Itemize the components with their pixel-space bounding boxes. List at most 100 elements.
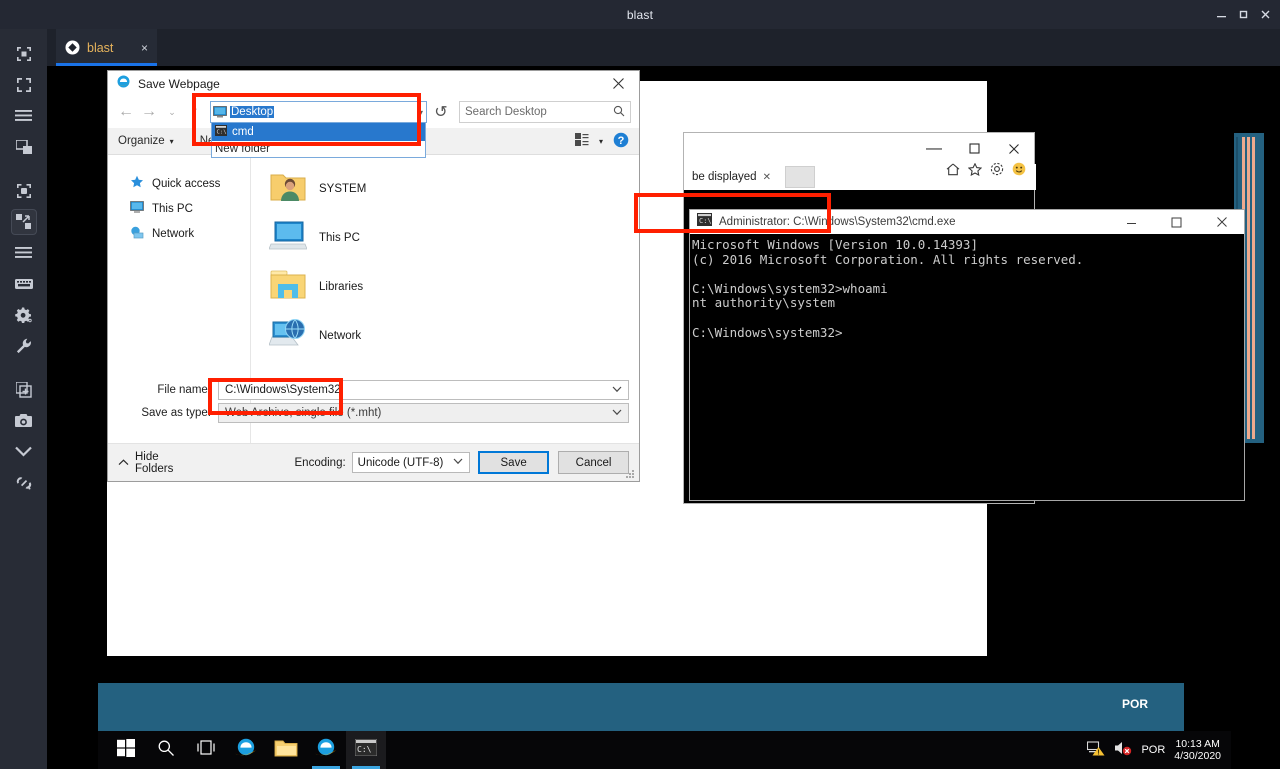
sidebar-item-list[interactable]: [0, 237, 47, 268]
ie-running-button[interactable]: [306, 731, 346, 769]
maximize-button[interactable]: [1232, 0, 1254, 29]
up-button[interactable]: ↑: [185, 101, 205, 123]
save-dialog-close-button[interactable]: [597, 71, 639, 96]
settings-gear-icon[interactable]: [990, 162, 1004, 181]
language-indicator[interactable]: POR: [1141, 744, 1165, 756]
smiley-icon[interactable]: [1012, 162, 1026, 181]
cmd-running-button[interactable]: C:\: [346, 731, 386, 769]
list-item-label: SYSTEM: [319, 182, 367, 195]
hide-folders-button[interactable]: Hide Folders: [118, 451, 192, 475]
autocomplete-item-cmd[interactable]: C:\ cmd: [212, 123, 425, 141]
command-prompt-window[interactable]: C:\ Administrator: C:\Windows\System32\c…: [689, 209, 1245, 501]
tab-blast[interactable]: blast ×: [56, 29, 157, 66]
sidebar-item-scale[interactable]: [0, 175, 47, 206]
save-dialog-footer: Hide Folders Encoding: Unicode (UTF-8) S…: [108, 443, 639, 481]
tree-item-network[interactable]: Network: [108, 221, 250, 246]
chevron-down-icon[interactable]: [453, 457, 463, 467]
favorites-star-icon[interactable]: [967, 162, 983, 181]
sidebar-item-disconnect[interactable]: [0, 467, 47, 498]
cmd-maximize-button[interactable]: [1154, 210, 1199, 234]
tree-item-label: Quick access: [152, 177, 221, 190]
sidebar-item-screenshot[interactable]: [0, 405, 47, 436]
ie-close-button[interactable]: [994, 133, 1034, 164]
close-button[interactable]: [1254, 0, 1276, 29]
start-button[interactable]: [106, 731, 146, 769]
view-dropdown-caret[interactable]: ▾: [599, 137, 603, 146]
change-view-icon[interactable]: [574, 133, 589, 149]
chevron-down-icon[interactable]: ▾: [419, 108, 423, 117]
organize-button[interactable]: Organize: [118, 135, 165, 147]
folder-icon: [274, 738, 298, 763]
list-item[interactable]: Libraries: [251, 262, 639, 311]
save-dialog-fields: File name: C:\Windows\System32 Save as t…: [108, 379, 639, 439]
file-explorer-button[interactable]: [266, 731, 306, 769]
remote-desktop[interactable]: — be displayed ✕ C:\ Administrator: C:\W…: [47, 66, 1280, 769]
ie-pinned-button[interactable]: [226, 731, 266, 769]
task-view-button[interactable]: [186, 731, 226, 769]
back-button[interactable]: ←: [116, 101, 136, 123]
list-item[interactable]: SYSTEM: [251, 164, 639, 213]
sidebar-item-menu[interactable]: [0, 100, 47, 131]
file-name-input[interactable]: C:\Windows\System32: [218, 379, 629, 400]
cmd-icon: C:\: [215, 125, 227, 139]
cmd-titlebar: C:\ Administrator: C:\Windows\System32\c…: [690, 210, 1244, 234]
file-name-label: File name:: [157, 383, 211, 396]
sidebar-item-settings[interactable]: [0, 299, 47, 330]
resize-grip[interactable]: [624, 467, 636, 479]
volume-muted-icon[interactable]: [1114, 740, 1132, 761]
search-input[interactable]: Search Desktop: [459, 101, 631, 123]
tree-item-this-pc[interactable]: This PC: [108, 196, 250, 221]
ie-tab-close-icon[interactable]: ✕: [763, 172, 771, 183]
minimize-button[interactable]: [1210, 0, 1232, 29]
sidebar-item-expand[interactable]: [0, 206, 47, 237]
save-webpage-dialog[interactable]: Save Webpage ← → ⌄ ↑ Desktop ▾ C:\ cmd N…: [107, 70, 640, 482]
sidebar-item-tools[interactable]: [0, 330, 47, 361]
search-icon: [613, 105, 625, 120]
help-icon[interactable]: ?: [613, 132, 629, 151]
cmd-close-button[interactable]: [1199, 210, 1244, 234]
sidebar-item-keyboard[interactable]: [0, 268, 47, 299]
sidebar-item-collapse[interactable]: [0, 436, 47, 467]
tree-item-quick-access[interactable]: Quick access: [108, 171, 250, 196]
sidebar-item-new-window[interactable]: [0, 374, 47, 405]
ie-tab[interactable]: be displayed ✕: [684, 165, 779, 189]
list-item[interactable]: This PC: [251, 213, 639, 262]
save-as-type-select[interactable]: Web Archive, single file (*.mht): [218, 402, 629, 423]
internet-explorer-icon: [116, 74, 131, 94]
network-warning-icon[interactable]: !: [1087, 740, 1105, 761]
tab-label: blast: [87, 40, 114, 55]
cmd-line-4: nt authority\system: [692, 295, 835, 311]
sidebar-item-fullscreen[interactable]: [0, 69, 47, 100]
ie-minimize-button[interactable]: —: [914, 133, 954, 164]
blast-logo-icon: [65, 40, 80, 55]
internet-explorer-icon: [314, 736, 338, 765]
keyboard-icon: [11, 271, 37, 297]
search-button[interactable]: [146, 731, 186, 769]
cmd-output[interactable]: Microsoft Windows [Version 10.0.14393] (…: [690, 234, 1244, 500]
clock[interactable]: 10:13 AM 4/30/2020: [1174, 738, 1221, 762]
libraries-icon: [269, 268, 307, 305]
save-button[interactable]: Save: [478, 451, 550, 474]
forward-button[interactable]: →: [139, 101, 159, 123]
ie-new-tab-button[interactable]: [784, 166, 815, 188]
computer-icon: [213, 105, 227, 119]
chevron-down-icon[interactable]: [612, 408, 622, 418]
encoding-value: Unicode (UTF-8): [357, 456, 444, 469]
encoding-select[interactable]: Unicode (UTF-8): [351, 452, 471, 473]
cmd-minimize-button[interactable]: [1109, 210, 1154, 234]
tab-close-button[interactable]: ×: [141, 42, 148, 54]
cmd-line-6: C:\Windows\system32>: [692, 324, 843, 340]
refresh-button[interactable]: ↺: [430, 101, 452, 123]
chevron-down-icon[interactable]: [612, 385, 622, 395]
autocomplete-item-new-folder[interactable]: New folder: [212, 141, 425, 157]
sidebar-item-multi-window[interactable]: [0, 131, 47, 162]
network-icon: [130, 226, 144, 242]
recent-locations-button[interactable]: ⌄: [162, 101, 182, 123]
address-autocomplete-dropdown[interactable]: C:\ cmd New folder: [211, 123, 426, 158]
cancel-button[interactable]: Cancel: [558, 451, 629, 474]
ie-maximize-button[interactable]: [954, 133, 994, 164]
home-icon[interactable]: [946, 163, 960, 181]
address-bar[interactable]: Desktop ▾ C:\ cmd New folder: [210, 101, 427, 158]
sidebar-item-fit-to-window[interactable]: [0, 38, 47, 69]
list-item[interactable]: Network: [251, 311, 639, 360]
